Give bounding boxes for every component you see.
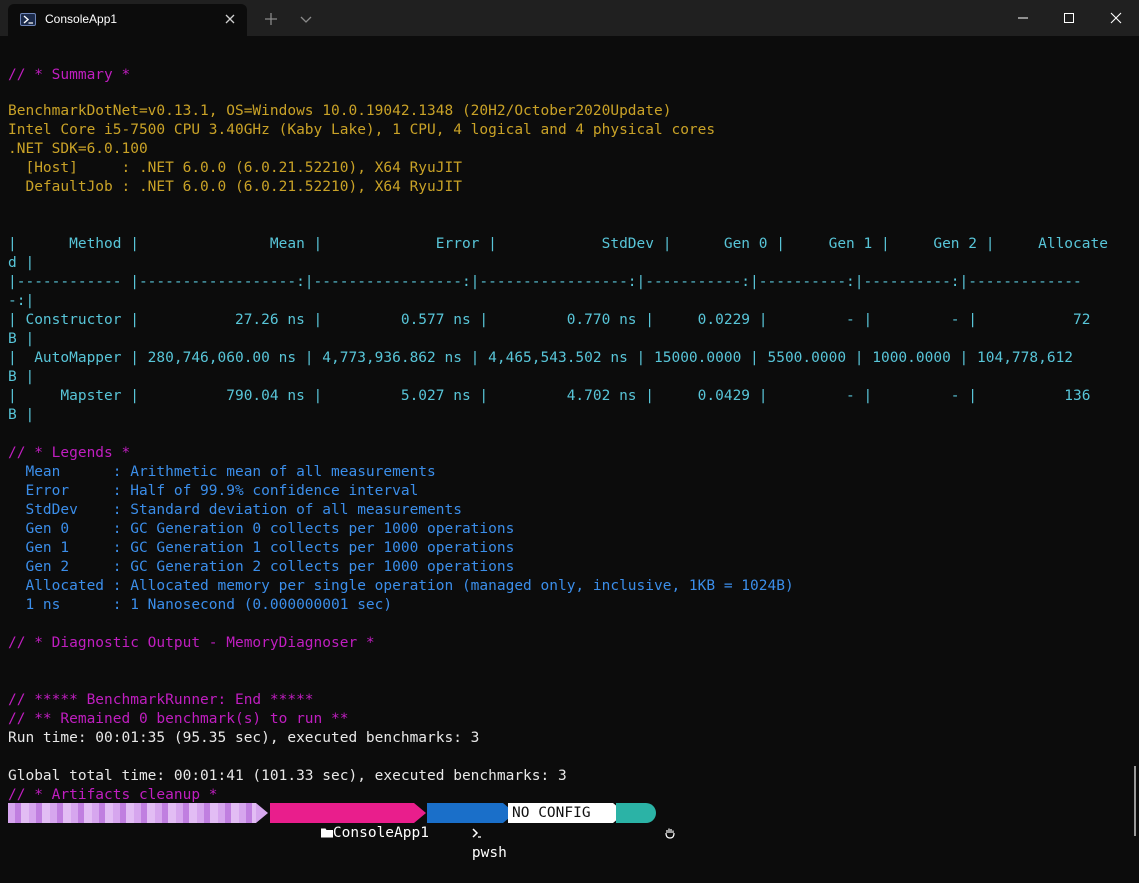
terminal-line: d | xyxy=(8,255,35,271)
terminal-line: // * Legends * xyxy=(8,445,131,461)
shell-icon xyxy=(472,828,481,838)
prompt-directory-segment: ConsoleApp1 xyxy=(270,803,429,841)
terminal-line: Gen 0 : GC Generation 0 collects per 100… xyxy=(8,521,515,537)
terminal-line: // ** Remained 0 benchmark(s) to run ** xyxy=(8,711,349,727)
terminal-line: B | xyxy=(8,407,35,423)
terminal-line: -:| xyxy=(8,293,35,309)
chevron-down-icon[interactable] xyxy=(298,12,314,26)
terminal-line: StdDev : Standard deviation of all measu… xyxy=(8,502,462,518)
terminal-line: // ***** BenchmarkRunner: End ***** xyxy=(8,692,314,708)
terminal-line: DefaultJob : .NET 6.0.0 (6.0.21.52210), … xyxy=(8,179,462,195)
scrollbar-thumb[interactable] xyxy=(1134,766,1136,836)
terminal-line: | Mapster | 790.04 ns | 5.027 ns | 4.702… xyxy=(8,388,1091,404)
terminal-output[interactable]: // * Summary * BenchmarkDotNet=v0.13.1, O… xyxy=(0,36,1139,836)
prompt-shell-segment: pwsh xyxy=(427,803,507,861)
title-bar: ConsoleApp1 xyxy=(0,0,1139,36)
terminal-line: B | xyxy=(8,331,35,347)
terminal-line: | Constructor | 27.26 ns | 0.577 ns | 0.… xyxy=(8,312,1091,328)
terminal-line: // * Summary * xyxy=(8,67,131,83)
terminal-line: Global total time: 00:01:41 (101.33 sec)… xyxy=(8,768,567,784)
terminal-line: |------------ |------------------:|-----… xyxy=(8,274,1082,290)
terminal-line: BenchmarkDotNet=v0.13.1, OS=Windows 10.0… xyxy=(8,103,672,119)
new-tab-icon[interactable] xyxy=(262,10,280,28)
terminal-line: // * Diagnostic Output - MemoryDiagnoser… xyxy=(8,635,375,651)
powershell-icon xyxy=(20,13,36,26)
prompt-separator xyxy=(414,803,426,823)
prompt-directory: ConsoleApp1 xyxy=(332,825,429,841)
hand-icon xyxy=(665,828,675,839)
prompt-shell: pwsh xyxy=(471,845,507,861)
tab-title: ConsoleApp1 xyxy=(45,12,118,26)
terminal-line: Gen 1 : GC Generation 1 collects per 100… xyxy=(8,540,515,556)
terminal-line: | Method | Mean | Error | StdDev | Gen 0… xyxy=(8,236,1108,252)
terminal-line: 1 ns : 1 Nanosecond (0.000000001 sec) xyxy=(8,597,393,613)
tab-consoleapp1[interactable]: ConsoleApp1 xyxy=(8,4,247,36)
folder-icon xyxy=(320,828,333,838)
maximize-icon[interactable] xyxy=(1046,0,1092,36)
prompt-config: NO CONFIG xyxy=(508,803,613,823)
close-tab-icon[interactable] xyxy=(221,10,239,28)
terminal-line: Mean : Arithmetic mean of all measuremen… xyxy=(8,464,436,480)
minimize-icon[interactable] xyxy=(1000,0,1046,36)
close-window-icon[interactable] xyxy=(1093,0,1139,36)
prompt-status-segment xyxy=(616,803,675,839)
terminal-line: Allocated : Allocated memory per single … xyxy=(8,578,794,594)
terminal-line: | AutoMapper | 280,746,060.00 ns | 4,773… xyxy=(8,350,1074,366)
terminal-line: [Host] : .NET 6.0.0 (6.0.21.52210), X64 … xyxy=(8,160,462,176)
prompt-separator xyxy=(256,803,268,823)
terminal-line: Intel Core i5-7500 CPU 3.40GHz (Kaby Lak… xyxy=(8,122,716,138)
terminal-line: .NET SDK=6.0.100 xyxy=(8,141,148,157)
terminal-line: Gen 2 : GC Generation 2 collects per 100… xyxy=(8,559,515,575)
terminal-line: Run time: 00:01:35 (95.35 sec), executed… xyxy=(8,730,480,746)
terminal-line: Error : Half of 99.9% confidence interva… xyxy=(8,483,419,499)
terminal-line: B | xyxy=(8,369,35,385)
prompt-user-segment xyxy=(8,803,256,823)
